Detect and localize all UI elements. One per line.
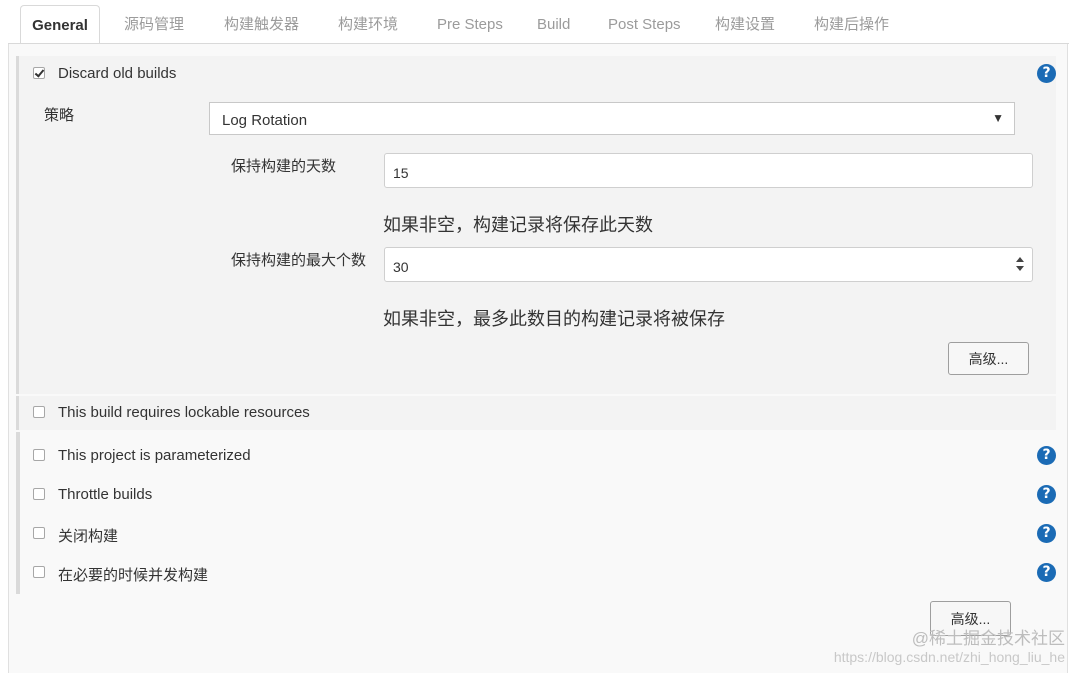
max-builds-hint: 如果非空，最多此数目的构建记录将被保存 (383, 309, 725, 329)
strategy-select[interactable]: Log Rotation ▼ (209, 102, 1015, 135)
lockable-resources-checkbox[interactable] (33, 406, 45, 418)
max-builds-input[interactable]: 30 (384, 247, 1033, 282)
disable-build-label: 关闭构建 (58, 528, 119, 545)
tab-post-steps[interactable]: Post Steps (608, 7, 681, 43)
help-icon[interactable]: ? (1037, 563, 1056, 582)
help-icon[interactable]: ? (1037, 524, 1056, 543)
parameterized-checkbox[interactable] (33, 449, 45, 461)
disable-build-checkbox[interactable] (33, 527, 45, 539)
tab-source-control[interactable]: 源码管理 (124, 7, 184, 43)
tab-general[interactable]: General (20, 5, 100, 44)
discard-old-builds-label: Discard old builds (58, 65, 177, 82)
tab-build[interactable]: Build (537, 7, 570, 43)
tab-build-settings[interactable]: 构建设置 (715, 7, 775, 43)
help-icon[interactable]: ? (1037, 485, 1056, 504)
max-builds-value: 30 (393, 259, 409, 275)
tab-build-triggers[interactable]: 构建触发器 (224, 7, 299, 43)
throttle-builds-label: Throttle builds (58, 486, 153, 503)
lockable-resources-label: This build requires lockable resources (58, 404, 310, 421)
tab-post-build-actions[interactable]: 构建后操作 (814, 7, 889, 43)
chevron-down-icon: ▼ (992, 111, 1004, 125)
days-to-keep-value: 15 (393, 165, 409, 181)
concurrent-builds-checkbox[interactable] (33, 566, 45, 578)
tab-pre-steps[interactable]: Pre Steps (437, 7, 503, 43)
tab-bar: General 源码管理 构建触发器 构建环境 Pre Steps Build … (0, 0, 1077, 44)
strategy-select-value: Log Rotation (222, 112, 308, 129)
options-divider (16, 432, 20, 594)
discard-advanced-button[interactable]: 高级... (948, 342, 1029, 375)
max-builds-label: 保持构建的最大个数 (231, 252, 367, 269)
days-to-keep-label: 保持构建的天数 (231, 158, 337, 175)
discard-old-builds-checkbox[interactable] (33, 67, 45, 79)
days-to-keep-input[interactable]: 15 (384, 153, 1033, 188)
tab-build-environment[interactable]: 构建环境 (338, 7, 398, 43)
help-icon[interactable]: ? (1037, 64, 1056, 83)
days-to-keep-hint: 如果非空，构建记录将保存此天数 (383, 215, 653, 235)
watermark: @稀土掘金技术社区 https://blog.csdn.net/zhi_hong… (834, 624, 1065, 665)
number-spinner-icon[interactable] (1016, 257, 1024, 271)
concurrent-builds-label: 在必要的时候并发构建 (58, 567, 209, 584)
watermark-brand: @稀土掘金技术社区 (911, 629, 1065, 648)
parameterized-label: This project is parameterized (58, 447, 251, 464)
strategy-label: 策略 (44, 107, 75, 124)
watermark-url: https://blog.csdn.net/zhi_hong_liu_he (833, 649, 1065, 665)
help-icon[interactable]: ? (1037, 446, 1056, 465)
throttle-builds-checkbox[interactable] (33, 488, 45, 500)
